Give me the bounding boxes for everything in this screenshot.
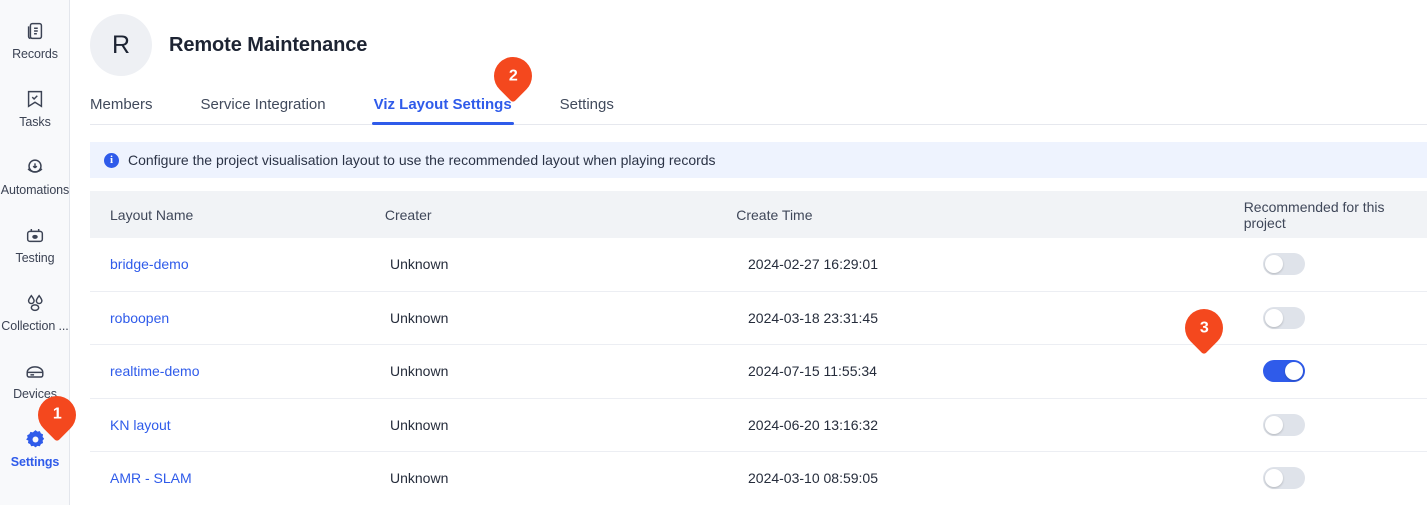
annotation-badge-number: 1 — [52, 406, 62, 423]
devices-icon — [23, 359, 47, 383]
annotation-badge-number: 2 — [508, 67, 518, 84]
layout-name-link[interactable]: KN layout — [90, 417, 390, 433]
toggle-row-4[interactable] — [1263, 467, 1305, 490]
column-header-recommended: Recommended for this project — [1243, 198, 1385, 231]
tab-service-integration[interactable]: Service Integration — [201, 96, 326, 124]
column-header-creater: Creater — [384, 206, 432, 223]
layout-name-link[interactable]: AMR - SLAM — [90, 470, 390, 486]
create-time-value: 2024-03-10 08:59:05 — [748, 470, 878, 487]
records-icon — [23, 19, 47, 43]
layouts-table: Layout Name Creater Create Time Recommen… — [90, 191, 1427, 505]
tab-bar: Members Service Integration Viz Layout S… — [90, 85, 1427, 125]
recommended-cell — [1158, 413, 1427, 436]
toggle-knob — [1265, 255, 1283, 274]
avatar: R — [90, 14, 152, 76]
table-row: AMR - SLAM Unknown 2024-03-10 08:59:05 — [90, 452, 1427, 505]
page-title: Remote Maintenance — [169, 33, 368, 56]
tab-settings[interactable]: Settings — [560, 96, 614, 124]
table-row: roboopen Unknown 2024-03-18 23:31:45 — [90, 292, 1427, 345]
sidebar-item-tasks[interactable]: Tasks — [0, 74, 70, 142]
creater-value: Unknown — [390, 363, 449, 380]
tasks-icon — [23, 87, 47, 111]
column-header-create-time: Create Time — [736, 206, 813, 223]
tab-members[interactable]: Members — [90, 96, 153, 124]
annotation-badge-number: 3 — [1199, 319, 1209, 336]
sidebar-item-collection[interactable]: Collection ... — [0, 278, 70, 346]
creater-value: Unknown — [390, 256, 449, 273]
toggle-knob — [1265, 308, 1283, 327]
creater-value: Unknown — [390, 416, 449, 433]
recommended-cell — [1158, 467, 1427, 490]
sidebar-item-testing[interactable]: Testing — [0, 210, 70, 278]
collection-icon — [23, 291, 47, 315]
sidebar-item-label: Settings — [10, 455, 60, 470]
sidebar-item-records[interactable]: Records — [0, 6, 70, 74]
create-time-value: 2024-02-27 16:29:01 — [748, 256, 878, 273]
sidebar-item-label: Collection ... — [1, 319, 69, 334]
creater-value: Unknown — [390, 470, 449, 487]
table-row: KN layout Unknown 2024-06-20 13:16:32 — [90, 399, 1427, 452]
testing-icon — [23, 223, 47, 247]
toggle-knob — [1285, 362, 1303, 381]
recommended-cell — [1158, 360, 1427, 383]
table-header-row: Layout Name Creater Create Time Recommen… — [90, 191, 1427, 238]
table-row: bridge-demo Unknown 2024-02-27 16:29:01 — [90, 238, 1427, 292]
creater-value: Unknown — [390, 309, 449, 326]
layout-name-link[interactable]: roboopen — [90, 310, 390, 326]
toggle-row-3[interactable] — [1263, 413, 1305, 436]
create-time-value: 2024-07-15 11:55:34 — [748, 363, 877, 380]
table-row: realtime-demo Unknown 2024-07-15 11:55:3… — [90, 345, 1427, 399]
app-root: Records Tasks Automations Testing Collec… — [0, 0, 1427, 505]
toggle-knob — [1265, 469, 1283, 488]
column-header-layout-name: Layout Name — [110, 206, 194, 223]
main-content: R Remote Maintenance Members Service Int… — [70, 0, 1427, 505]
sidebar-item-label: Tasks — [19, 115, 51, 130]
create-time-value: 2024-03-18 23:31:45 — [748, 309, 878, 326]
layout-name-link[interactable]: realtime-demo — [90, 363, 390, 379]
gear-icon — [23, 427, 47, 451]
sidebar-item-label: Automations — [0, 183, 70, 198]
toggle-row-0[interactable] — [1263, 253, 1305, 276]
tab-viz-layout-settings[interactable]: Viz Layout Settings — [371, 96, 514, 125]
create-time-value: 2024-06-20 13:16:32 — [748, 416, 878, 433]
layout-name-link[interactable]: bridge-demo — [90, 256, 390, 272]
info-icon: i — [104, 152, 119, 168]
toggle-knob — [1265, 415, 1283, 434]
project-header: R Remote Maintenance — [90, 0, 1427, 76]
sidebar-item-label: Testing — [15, 251, 55, 266]
toggle-row-2[interactable] — [1263, 360, 1305, 383]
recommended-cell — [1158, 253, 1427, 276]
sidebar-item-label: Records — [12, 47, 58, 62]
info-banner-text: Configure the project visualisation layo… — [128, 152, 716, 168]
toggle-row-1[interactable] — [1263, 306, 1305, 329]
sidebar-item-automations[interactable]: Automations — [0, 142, 70, 210]
info-banner: i Configure the project visualisation la… — [90, 142, 1427, 178]
automations-icon — [23, 155, 47, 179]
